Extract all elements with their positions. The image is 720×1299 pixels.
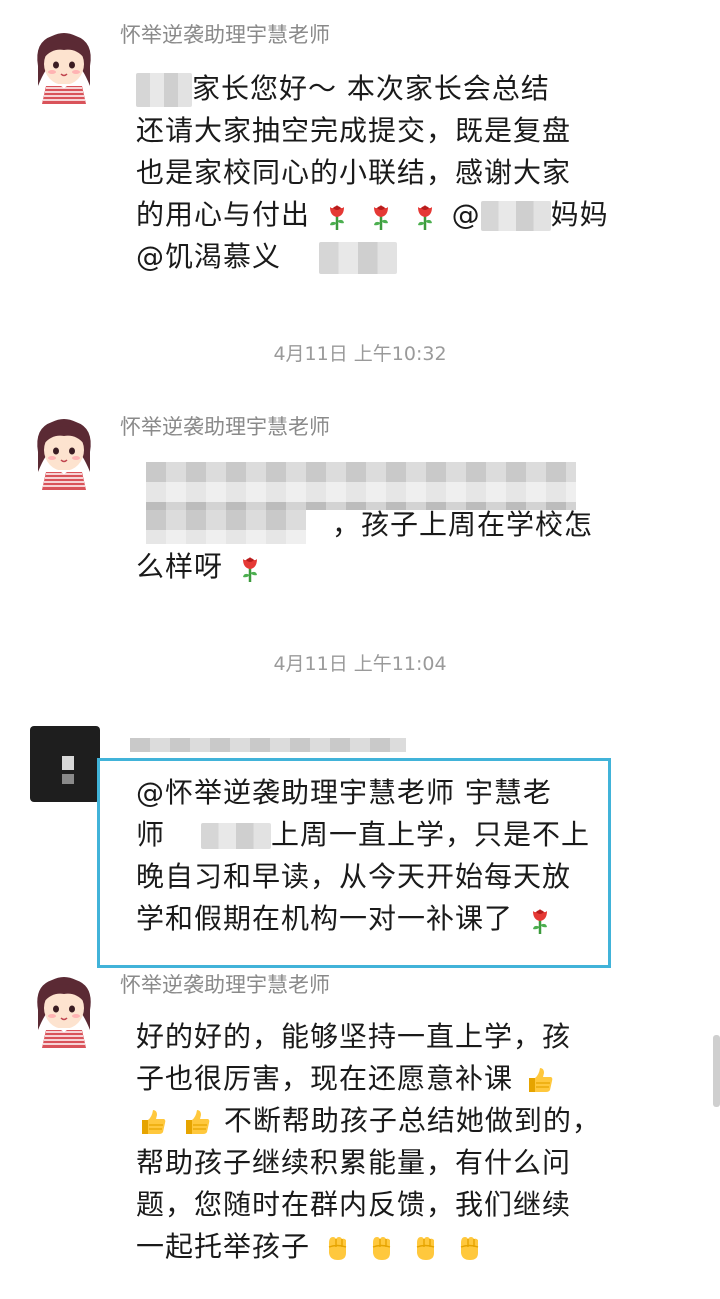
text-line: 么样呀	[136, 550, 224, 583]
message-line-2: 子也很厉害，现在还愿意补课	[136, 1058, 606, 1100]
avatar-redacted-icon	[62, 756, 74, 770]
text-line: 家长您好～ 本次家长会总结	[192, 72, 550, 105]
raised-fist-icon	[410, 1233, 440, 1263]
rose-icon	[322, 201, 352, 231]
message-line-4: 帮助孩子继续积累能量，有什么问	[136, 1146, 572, 1179]
mention-suffix[interactable]: 妈妈	[551, 198, 609, 231]
sender-name: 怀举逆袭助理宇慧老师	[120, 415, 330, 439]
message-line-3: 也是家校同心的小联结，感谢大家	[136, 156, 572, 189]
message-line-2: 么样呀	[136, 546, 606, 588]
message-line-1: 家长您好～ 本次家长会总结	[136, 68, 606, 110]
scrollbar[interactable]	[713, 1035, 720, 1107]
message-text: ，孩子上周在学校怎 么样呀	[136, 504, 606, 588]
message-line-3: 不断帮助孩子总结她做到的，	[136, 1100, 606, 1142]
redacted-name	[136, 73, 192, 107]
message-line-1: 好的好的，能够坚持一直上学，孩	[136, 1020, 572, 1053]
message-line-1: ，孩子上周在学校怎	[136, 504, 606, 546]
avatar[interactable]	[24, 968, 104, 1048]
raised-fist-icon	[454, 1233, 484, 1263]
avatar[interactable]	[24, 410, 104, 490]
sender-name: 怀举逆袭助理宇慧老师	[120, 973, 330, 997]
highlight-box	[97, 758, 611, 968]
text-line: 的用心与付出	[136, 198, 311, 231]
thumbs-up-icon	[182, 1107, 212, 1137]
redacted-text	[318, 242, 397, 274]
avatar-redacted-icon	[62, 774, 74, 784]
text-line: ，孩子上周在学校怎	[332, 508, 594, 541]
redacted-mention	[480, 201, 551, 231]
rose-icon	[235, 553, 265, 583]
sender-name: 怀举逆袭助理宇慧老师	[120, 23, 330, 47]
message-line-6: 一起托举孩子	[136, 1226, 606, 1268]
mention-at[interactable]: @	[452, 198, 481, 231]
rose-icon	[410, 201, 440, 231]
chat-area: 怀举逆袭助理宇慧老师 家长您好～ 本次家长会总结 还请大家抽空完成提交，既是复盘…	[0, 0, 720, 1299]
thumbs-up-icon	[525, 1065, 555, 1095]
message-text: 好的好的，能够坚持一直上学，孩 子也很厉害，现在还愿意补课 不断帮助孩子总结她做…	[136, 1016, 606, 1268]
text-line: 不断帮助孩子总结她做到的，	[223, 1104, 601, 1137]
avatar[interactable]	[30, 726, 100, 802]
rose-icon	[366, 201, 396, 231]
avatar-girl-icon	[24, 410, 104, 490]
avatar[interactable]	[24, 24, 104, 104]
message-line-2: 还请大家抽空完成提交，既是复盘	[136, 114, 572, 147]
mention-link[interactable]: @饥渴慕义	[136, 240, 281, 273]
timestamp: 4月11日 上午11:04	[273, 653, 447, 675]
message-line-4: 的用心与付出 @ 妈妈	[136, 194, 609, 236]
redacted-sender-name	[130, 738, 406, 752]
thumbs-up-icon	[138, 1107, 168, 1137]
message-text: 家长您好～ 本次家长会总结 还请大家抽空完成提交，既是复盘 也是家校同心的小联结…	[136, 68, 609, 278]
raised-fist-icon	[366, 1233, 396, 1263]
timestamp: 4月11日 上午10:32	[273, 343, 447, 365]
message-line-5: @饥渴慕义	[136, 236, 606, 278]
avatar-girl-icon	[24, 968, 104, 1048]
raised-fist-icon	[322, 1233, 352, 1263]
text-line: 一起托举孩子	[136, 1230, 311, 1263]
redacted-block	[146, 462, 576, 510]
avatar-girl-icon	[24, 24, 104, 104]
text-line: 子也很厉害，现在还愿意补课	[136, 1062, 514, 1095]
message-line-5: 题，您随时在群内反馈，我们继续	[136, 1188, 572, 1221]
